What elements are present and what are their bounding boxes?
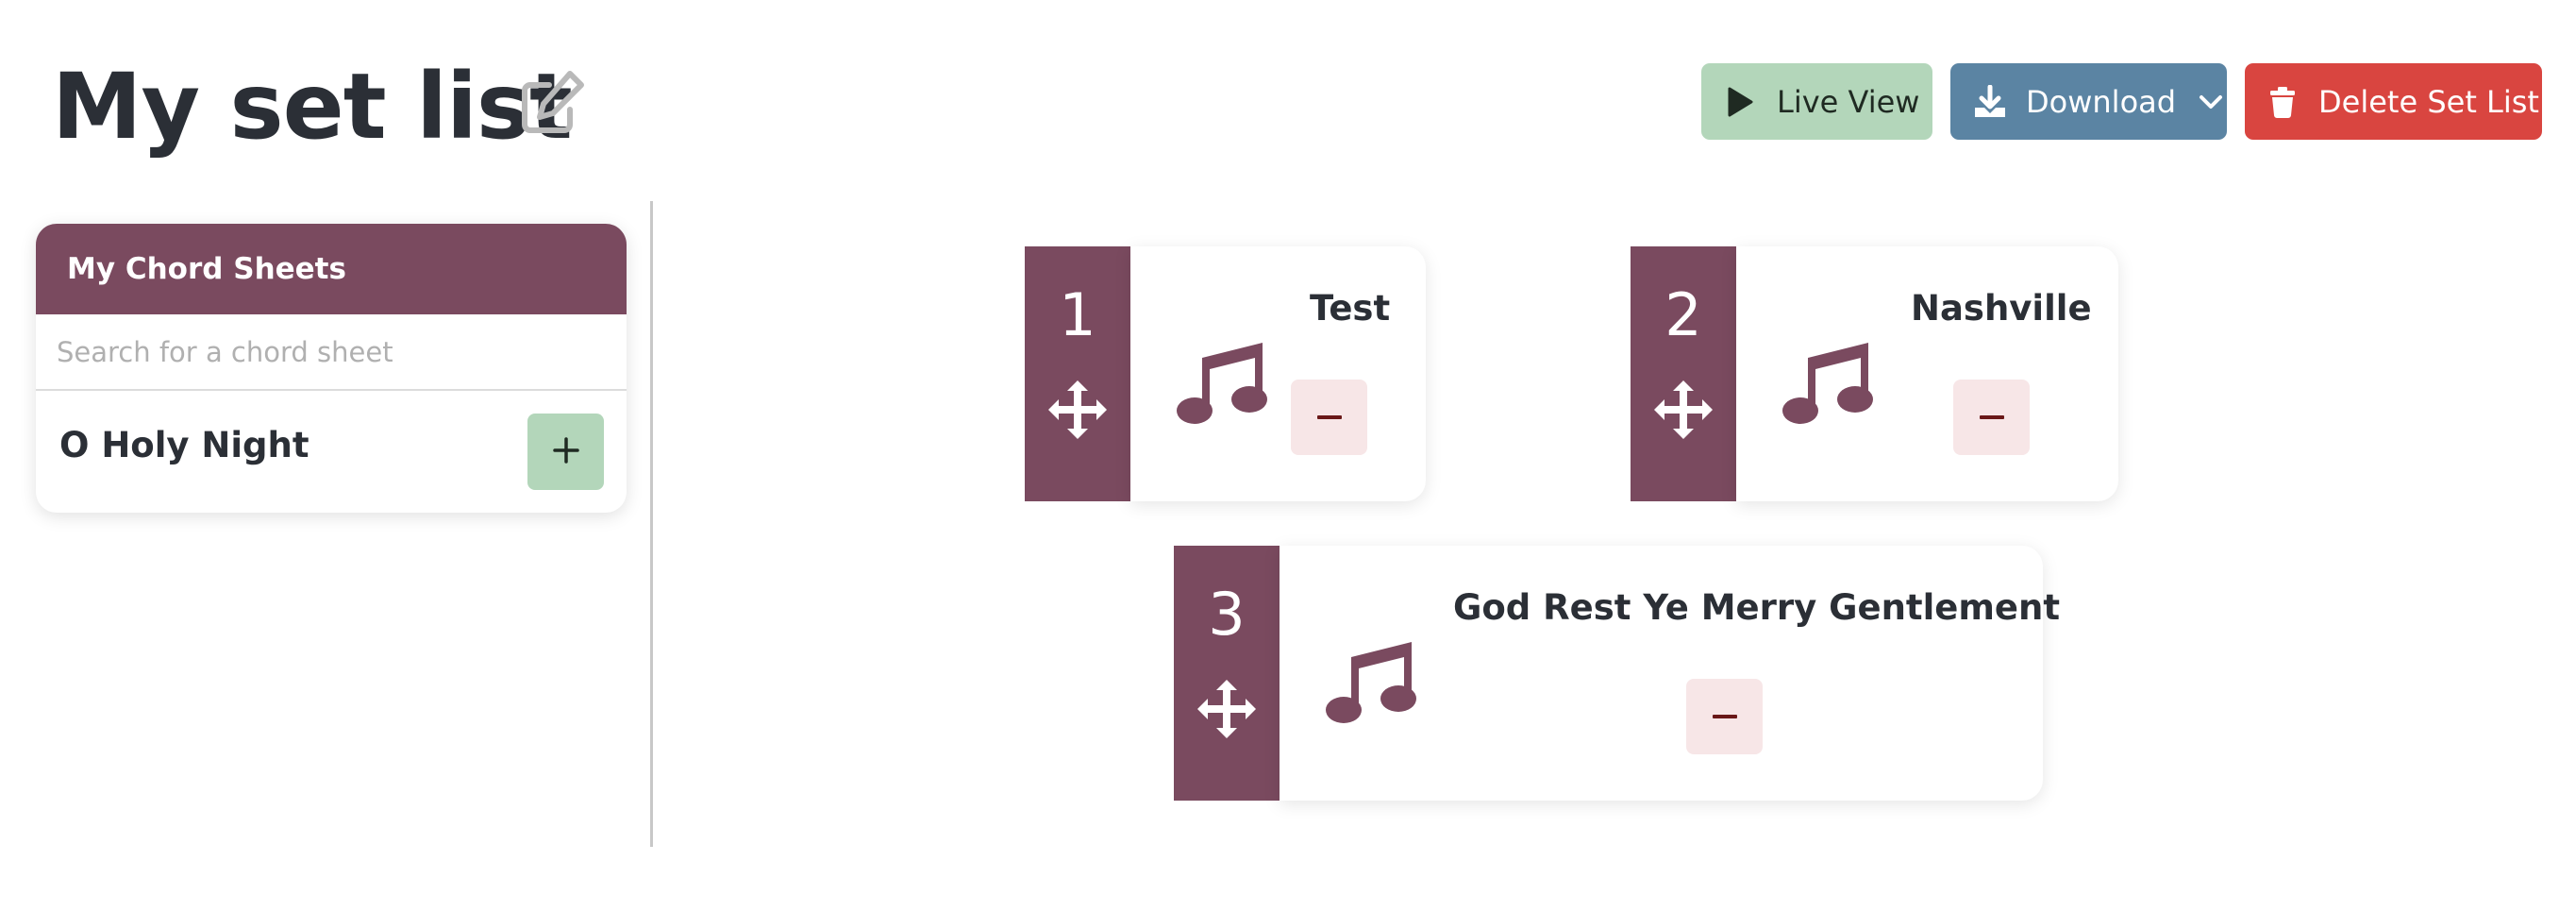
delete-set-list-button[interactable]: Delete Set List	[2245, 63, 2542, 140]
move-icon	[1653, 379, 1714, 441]
setlist-card: 3 God Rest Ye Merry Gentlement	[1174, 546, 2060, 801]
setlist-card: 1 Test	[1025, 246, 1426, 501]
download-icon	[1973, 84, 2007, 119]
chord-sheet-title: O Holy Night	[59, 425, 309, 465]
page-title: My set list	[52, 54, 573, 160]
song-title: God Rest Ye Merry Gentlement	[1453, 587, 2061, 628]
remove-song-button[interactable]	[1953, 380, 2030, 455]
live-view-button[interactable]: Live View	[1701, 63, 1932, 140]
delete-set-list-label: Delete Set List	[2318, 83, 2539, 120]
drag-handle[interactable]: 3	[1174, 546, 1280, 801]
drag-handle[interactable]: 2	[1631, 246, 1736, 501]
chord-sheets-header: My Chord Sheets	[36, 224, 627, 314]
music-note-icon	[1780, 329, 1874, 424]
song-card-body: Nashville	[1736, 246, 2118, 501]
panel-divider	[650, 201, 653, 847]
music-note-icon	[1174, 329, 1268, 424]
add-to-set-button[interactable]	[527, 414, 604, 490]
chord-sheets-panel: My Chord Sheets O Holy Night	[36, 224, 627, 513]
song-number: 3	[1208, 580, 1246, 649]
page-header: My set list Live View Download Delete Se…	[0, 0, 2576, 189]
minus-icon	[1979, 415, 2004, 419]
plus-icon	[552, 436, 580, 468]
live-view-label: Live View	[1777, 83, 1920, 120]
trash-icon	[2269, 86, 2296, 118]
minus-icon	[1712, 715, 1737, 718]
song-title: Nashville	[1911, 288, 2092, 329]
chevron-down-icon	[2199, 93, 2223, 110]
chord-sheet-search-input[interactable]	[36, 314, 627, 391]
chord-sheet-item: O Holy Night	[36, 391, 627, 511]
music-note-icon	[1323, 629, 1417, 723]
drag-handle[interactable]: 1	[1025, 246, 1130, 501]
download-button[interactable]: Download	[1950, 63, 2227, 140]
minus-icon	[1316, 415, 1342, 419]
setlist-card: 2 Nashville	[1631, 246, 2118, 501]
edit-title-icon[interactable]	[521, 68, 587, 136]
remove-song-button[interactable]	[1291, 380, 1367, 455]
play-icon	[1726, 86, 1754, 118]
song-number: 1	[1059, 280, 1096, 349]
song-number: 2	[1664, 280, 1702, 349]
download-label: Download	[2026, 83, 2177, 120]
song-title: Test	[1310, 288, 1391, 329]
move-icon	[1047, 379, 1108, 441]
song-card-body: Test	[1130, 246, 1426, 501]
song-card-body: God Rest Ye Merry Gentlement	[1280, 546, 2060, 801]
move-icon	[1196, 678, 1257, 740]
remove-song-button[interactable]	[1686, 679, 1763, 754]
